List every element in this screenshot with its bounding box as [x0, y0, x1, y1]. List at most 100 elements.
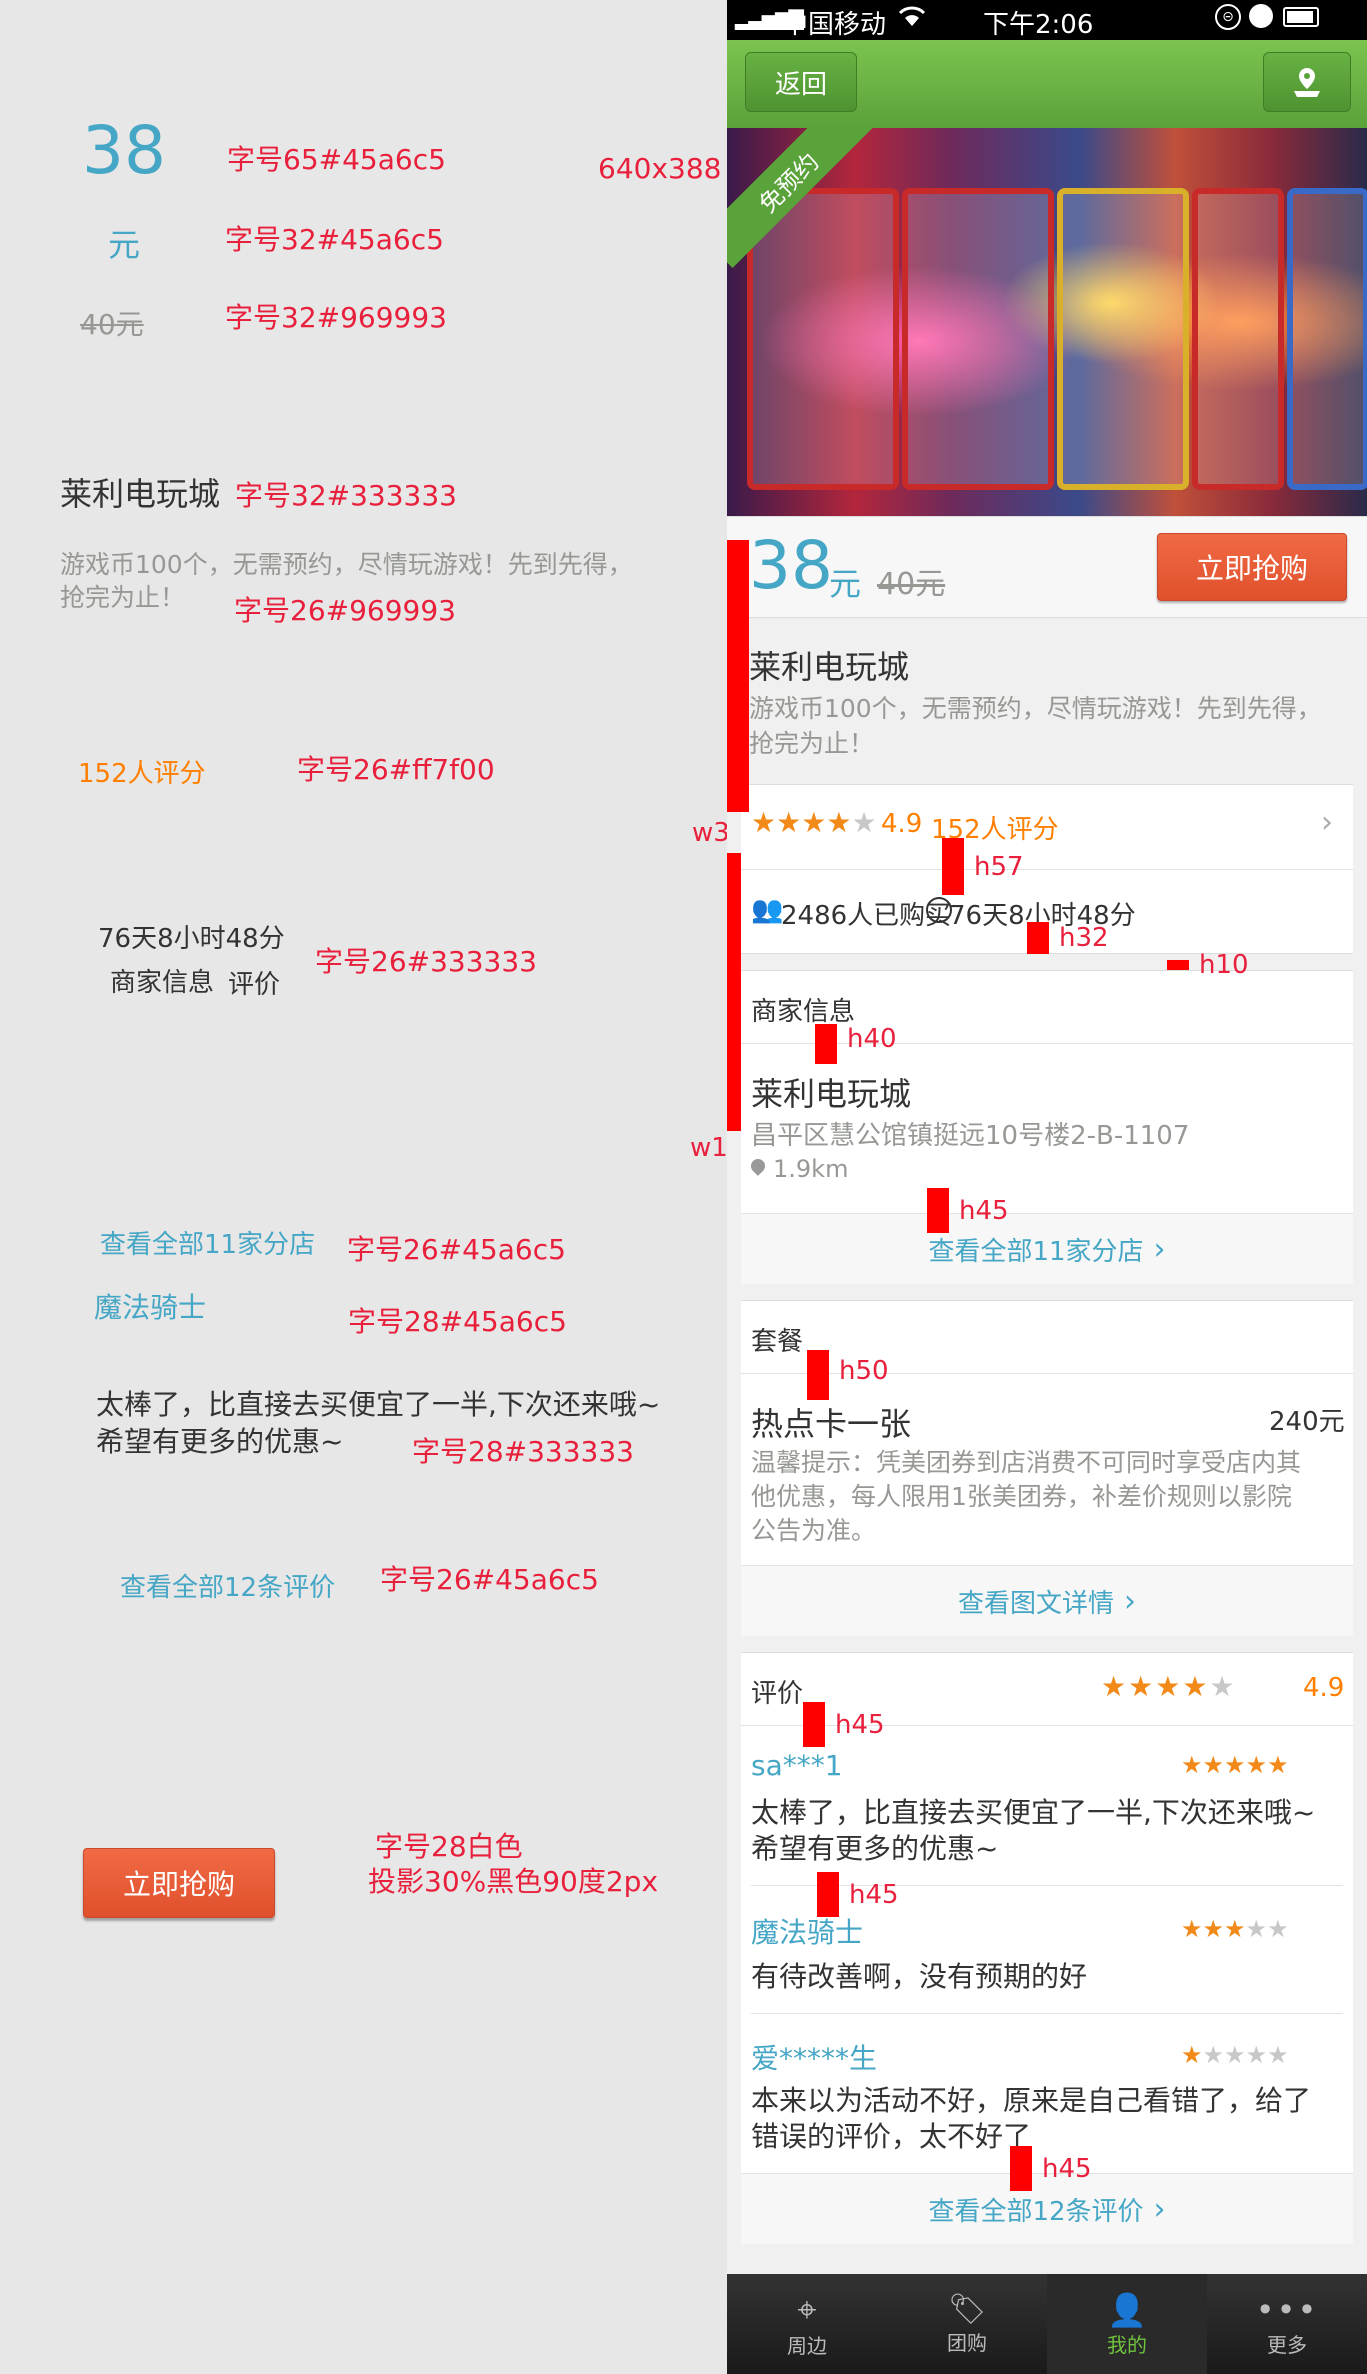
- measure-label: h45: [849, 1880, 899, 1910]
- star-filled-icon: ★: [1128, 1670, 1154, 1703]
- price-bar: 38 元 40元 立即抢购: [727, 516, 1367, 618]
- measure-mark: [942, 838, 964, 895]
- package-note-line1: 温馨提示：凭美团券到店消费不可同时享受店内其: [751, 1448, 1302, 1477]
- map-button[interactable]: [1263, 52, 1351, 112]
- deal-orig-price: 40元: [877, 567, 946, 602]
- back-button[interactable]: 返回: [745, 52, 857, 112]
- star-filled-icon: ★: [1224, 1751, 1246, 1779]
- all-branches-label: 查看全部11家分店: [928, 1236, 1144, 1267]
- star-empty-icon: ★: [1245, 1915, 1268, 1943]
- package-note-line3: 公告为准。: [751, 1516, 877, 1545]
- tab-mine[interactable]: 👤 我的: [1047, 2274, 1207, 2374]
- spec-note: 投影30%黑色90度2px: [368, 1865, 659, 1898]
- star-filled-icon: ★: [826, 806, 852, 839]
- star-filled-icon: ★: [776, 806, 802, 839]
- location-icon: ⌖: [797, 2289, 817, 2330]
- measure-label: h50: [839, 1356, 889, 1386]
- alarm-icon: [1249, 4, 1273, 28]
- review-stars: ★★★★★: [1181, 1917, 1289, 1941]
- star-empty-icon: ★: [1202, 2041, 1225, 2069]
- spec-all-branches: 查看全部11家分店: [100, 1230, 316, 1260]
- tab-more[interactable]: ••• 更多: [1207, 2274, 1367, 2374]
- star-filled-icon: ★: [1181, 2041, 1203, 2069]
- review-stars: ★★★★★: [1181, 2043, 1289, 2067]
- carrier-label: 中国移动: [782, 10, 887, 40]
- measure-label: h45: [1042, 2154, 1092, 2184]
- measure-label: h32: [1059, 923, 1109, 953]
- star-empty-icon: ★: [851, 806, 877, 839]
- chevron-right-icon: ›: [1124, 1583, 1136, 1619]
- measure-mark: [815, 1024, 837, 1064]
- deal-price-unit: 元: [829, 565, 862, 603]
- merchant-name[interactable]: 莱利电玩城: [751, 1069, 911, 1115]
- measure-mark: [803, 1702, 825, 1747]
- star-filled-icon: ★: [801, 806, 827, 839]
- measure-mark: [927, 1188, 949, 1233]
- spec-note: 字号26#45a6c5: [347, 1233, 566, 1266]
- spec-shop-name: 莱利电玩城: [60, 475, 221, 513]
- tab-nearby[interactable]: ⌖ 周边: [727, 2274, 887, 2374]
- deal-hero-image: 免预约: [727, 128, 1367, 516]
- chevron-right-icon: ›: [1153, 2191, 1166, 2227]
- deal-desc-line2: 抢完为止！: [749, 729, 875, 758]
- package-note-line2: 他优惠，每人限用1张美团券，补差价规则以影院: [751, 1482, 1292, 1511]
- spec-note: 字号26#969993: [234, 594, 456, 627]
- more-icon: •••: [1255, 2290, 1319, 2329]
- spec-note: 字号28#45a6c5: [348, 1305, 567, 1338]
- location-pin-icon: [748, 1156, 768, 1176]
- spec-panel: 38 字号65#45a6c5 640x388 元 字号32#45a6c5 40元…: [0, 0, 746, 2374]
- deal-price: 38: [749, 527, 833, 604]
- review-text-line1: 太棒了，比直接去买便宜了一半,下次还来哦~: [751, 1796, 1316, 1829]
- merchant-distance: 1.9km: [773, 1155, 849, 1183]
- wifi-icon: [897, 2, 927, 35]
- package-card: 套餐 热点卡一张 240元 温馨提示：凭美团券到店消费不可同时享受店内其 他优惠…: [741, 1300, 1353, 1636]
- measure-label: h10: [1199, 950, 1249, 980]
- tab-label: 我的: [1107, 2332, 1147, 2357]
- star-filled-icon: ★: [1101, 1670, 1127, 1703]
- people-icon: 👥: [751, 895, 784, 925]
- merchant-address: 昌平区慧公馆镇挺远10号楼2-B-1107: [751, 1121, 1190, 1151]
- review-text-line1: 本来以为活动不好，原来是自己看错了，给了: [751, 2084, 1312, 2117]
- package-item-name: 热点卡一张: [751, 1405, 912, 1443]
- spec-merchant-info: 商家信息: [110, 968, 215, 998]
- spec-review-line2: 希望有更多的优惠~: [96, 1425, 344, 1458]
- star-filled-icon: ★: [1181, 1751, 1203, 1779]
- star-filled-icon: ★: [1202, 1915, 1225, 1943]
- chevron-right-icon[interactable]: ›: [1321, 805, 1333, 840]
- spec-note: 字号32#333333: [235, 479, 457, 512]
- avg-rating: 4.9: [1303, 1673, 1345, 1703]
- spec-review-label: 评价: [228, 970, 281, 1000]
- buy-now-button[interactable]: 立即抢购: [1157, 533, 1347, 601]
- deal-rating: 4.9: [881, 809, 923, 839]
- spec-note: 字号26#45a6c5: [380, 1563, 599, 1596]
- star-filled-icon: ★: [1182, 1670, 1208, 1703]
- view-details-link[interactable]: 查看图文详情 ›: [741, 1565, 1353, 1636]
- measure-mark: [1167, 960, 1189, 970]
- star-empty-icon: ★: [1267, 2041, 1289, 2069]
- spec-time-left: 76天8小时48分: [98, 924, 285, 954]
- spec-all-reviews: 查看全部12条评价: [120, 1573, 336, 1603]
- star-empty-icon: ★: [1224, 2041, 1246, 2069]
- deal-desc-line1: 游戏币100个，无需预约，尽情玩游戏！先到先得，: [749, 694, 1322, 723]
- view-details-label: 查看图文详情: [957, 1588, 1114, 1619]
- measure-mark: [817, 1872, 839, 1917]
- review-user: 魔法骑士: [751, 1916, 864, 1949]
- tab-group-buy[interactable]: 🏷 团购: [887, 2274, 1047, 2374]
- all-branches-link[interactable]: 查看全部11家分店 ›: [741, 1213, 1353, 1284]
- chevron-right-icon: ›: [1153, 1231, 1166, 1267]
- package-section-title: 套餐: [751, 1327, 804, 1357]
- star-empty-icon: ★: [1245, 2041, 1268, 2069]
- star-filled-icon: ★: [1267, 1751, 1289, 1779]
- clock-label: 下午2:06: [983, 10, 1094, 40]
- measure-label: h57: [974, 852, 1024, 882]
- spec-note: 字号65#45a6c5: [227, 143, 446, 176]
- review-stars: ★★★★★: [1181, 1753, 1289, 1777]
- star-empty-icon: ★: [1267, 1915, 1289, 1943]
- rotation-lock-icon: ⊝: [1215, 4, 1241, 30]
- star-filled-icon: ★: [751, 806, 777, 839]
- tab-label: 周边: [787, 2333, 827, 2358]
- spec-buy-button: 立即抢购: [83, 1848, 275, 1918]
- nav-bar: 返回: [727, 40, 1367, 128]
- review-user: sa***1: [751, 1749, 843, 1782]
- spec-orig-price: 40元: [80, 308, 144, 341]
